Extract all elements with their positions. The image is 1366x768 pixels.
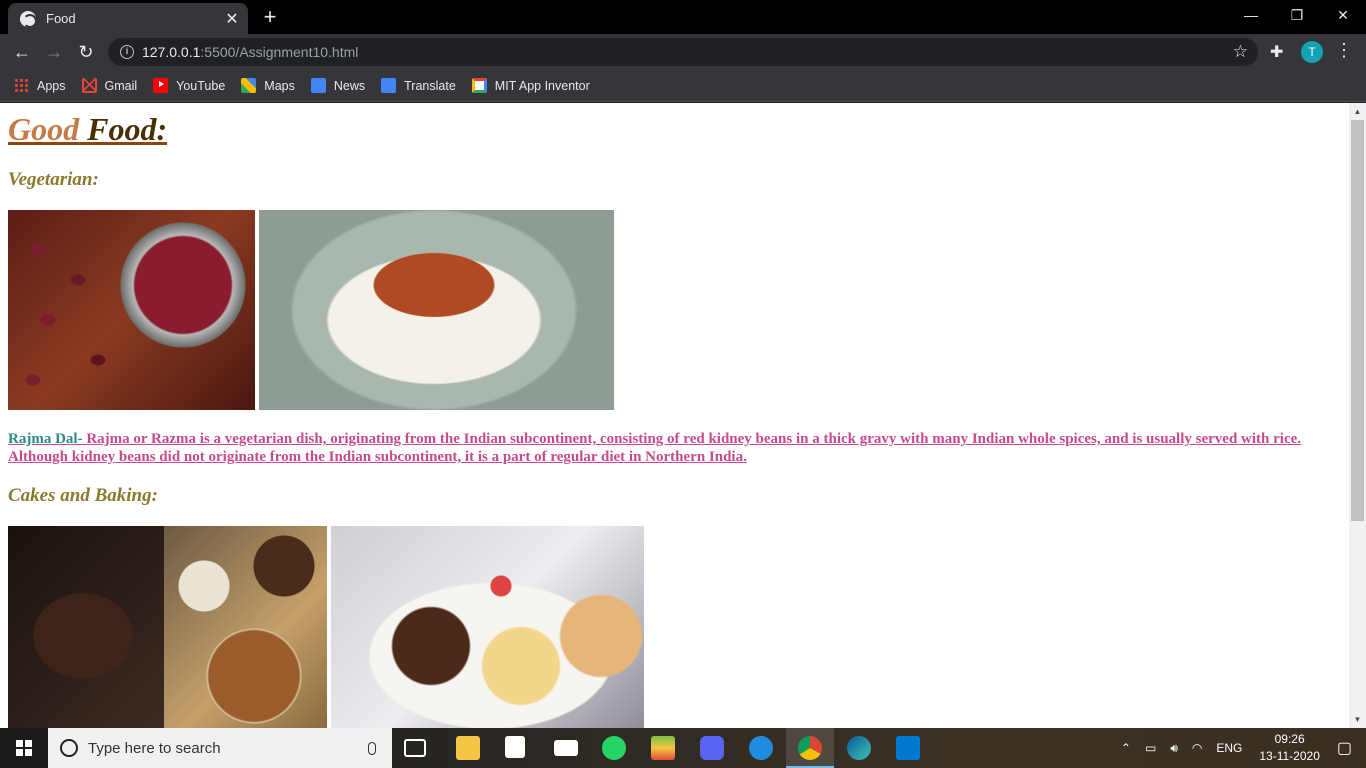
site-info-icon[interactable]: i (120, 45, 134, 59)
bookmark-mit-app-inventor[interactable]: MIT App Inventor (471, 78, 590, 93)
page-scrollbar[interactable]: ▲ ▼ (1349, 103, 1366, 728)
bookmark-label: Translate (404, 78, 456, 93)
windows-logo-icon (16, 740, 32, 756)
rajma-text: Rajma or Razma is a vegetarian dish, ori… (8, 431, 1302, 465)
edge-icon[interactable] (847, 736, 871, 760)
rajma-description: Rajma Dal- Rajma or Razma is a vegetaria… (8, 430, 1328, 466)
notifications-icon[interactable]: ▢ (1337, 738, 1352, 758)
bookmark-label: MIT App Inventor (494, 78, 590, 93)
bookmark-youtube[interactable]: YouTube (153, 78, 225, 93)
clock[interactable]: 09:26 13-11-2020 (1259, 731, 1320, 765)
clock-date: 13-11-2020 (1259, 749, 1320, 763)
url-path: :5500/Assignment10.html (200, 44, 359, 60)
youtube-icon (153, 78, 169, 93)
minimize-icon[interactable]: — (1228, 0, 1274, 30)
vscode-icon[interactable] (896, 736, 920, 760)
speaker-icon[interactable]: 🔊︎ (1170, 741, 1178, 756)
extensions-puzzle-icon[interactable]: ✚ (1270, 42, 1283, 62)
chevron-up-icon[interactable]: ⌃ (1121, 741, 1131, 755)
browser-tab-food[interactable]: Food ✕ (8, 3, 248, 34)
page-viewport: Good Food: Vegetarian: Rajma Dal- Rajma … (0, 103, 1349, 728)
reload-icon[interactable]: ↻ (74, 40, 98, 64)
bookmark-label: YouTube (176, 78, 226, 93)
store-icon[interactable] (505, 736, 525, 758)
pastries-image (331, 526, 644, 728)
chrome-icon (798, 736, 822, 760)
page-heading: Good Food: (8, 111, 167, 148)
cakes-title: Cakes and Baking: (8, 485, 158, 506)
bookmarks-bar: Apps Gmail YouTube Maps News Translate M… (0, 70, 1366, 102)
bookmark-apps[interactable]: Apps (14, 78, 66, 93)
bookmark-translate[interactable]: Translate (381, 78, 456, 93)
search-placeholder: Type here to search (88, 739, 221, 757)
bookmark-label: Maps (264, 78, 295, 93)
chrome-taskbar-button[interactable] (786, 728, 834, 768)
system-tray: ⌃ ▭ 🔊︎ ◠ ENG 09:26 13-11-2020 ▢ (1114, 728, 1366, 768)
gmail-icon (81, 78, 97, 93)
edge-legacy-icon[interactable] (749, 736, 773, 760)
windows-taskbar: Type here to search ⌃ ▭ 🔊︎ ◠ ENG 09:26 1… (0, 728, 1366, 768)
scroll-down-icon[interactable]: ▼ (1349, 711, 1366, 728)
translate-icon (381, 78, 397, 93)
chocolate-cake-image (8, 526, 164, 728)
bookmark-label: Apps (37, 78, 66, 93)
url-host: 127.0.0.1 (142, 44, 201, 60)
forward-arrow-icon[interactable]: → (42, 40, 66, 64)
scroll-up-icon[interactable]: ▲ (1349, 103, 1366, 120)
wifi-icon[interactable]: ◠ (1192, 741, 1202, 755)
bluestacks-icon[interactable] (651, 736, 675, 760)
bookmark-news[interactable]: News (310, 78, 366, 93)
rajma-rice-image (259, 210, 614, 410)
start-button[interactable] (0, 728, 48, 768)
restore-icon[interactable]: ❐ (1274, 0, 1320, 30)
title-bar: Food ✕ + — ❐ ✕ (0, 0, 1366, 34)
back-arrow-icon[interactable]: ← (10, 40, 34, 64)
kebab-menu-icon[interactable]: ⋮ (1335, 40, 1353, 61)
maps-icon (241, 78, 257, 93)
file-explorer-icon[interactable] (456, 736, 480, 760)
globe-icon (20, 10, 37, 28)
new-tab-button[interactable]: + (258, 4, 282, 30)
tab-title: Food (46, 11, 76, 26)
rajma-term: Rajma Dal- (8, 431, 83, 447)
close-tab-icon[interactable]: ✕ (224, 9, 240, 29)
whatsapp-icon[interactable] (602, 736, 626, 760)
scrollbar-thumb[interactable] (1351, 120, 1364, 521)
bookmark-star-icon[interactable]: ☆ (1233, 42, 1248, 62)
battery-icon[interactable]: ▭ (1145, 741, 1156, 755)
discord-icon[interactable] (700, 736, 724, 760)
bookmark-gmail[interactable]: Gmail (81, 78, 138, 93)
kidney-beans-image (8, 210, 255, 410)
bookmark-label: News (333, 78, 366, 93)
bookmark-label: Gmail (104, 78, 138, 93)
close-window-icon[interactable]: ✕ (1320, 0, 1366, 30)
clock-time: 09:26 (1274, 732, 1305, 746)
news-icon (310, 78, 326, 93)
cortana-icon (60, 739, 78, 757)
address-bar[interactable]: i 127.0.0.1:5500/Assignment10.html ☆ (108, 38, 1258, 66)
task-view-icon[interactable] (404, 739, 426, 757)
vegetarian-title: Vegetarian: (8, 169, 99, 190)
browser-toolbar: ← → ↻ i 127.0.0.1:5500/Assignment10.html… (0, 34, 1366, 70)
google-icon (471, 78, 487, 93)
taskbar-search[interactable]: Type here to search (48, 728, 392, 768)
heading-food: Food: (79, 111, 168, 147)
apps-grid-icon (14, 78, 29, 93)
profile-avatar[interactable]: T (1301, 41, 1323, 63)
heading-good: Good (8, 111, 80, 147)
microphone-icon[interactable] (368, 741, 376, 755)
bookmark-maps[interactable]: Maps (241, 78, 295, 93)
language-indicator[interactable]: ENG (1216, 741, 1242, 755)
mail-icon[interactable] (554, 740, 578, 756)
fruit-cake-image (164, 526, 327, 728)
